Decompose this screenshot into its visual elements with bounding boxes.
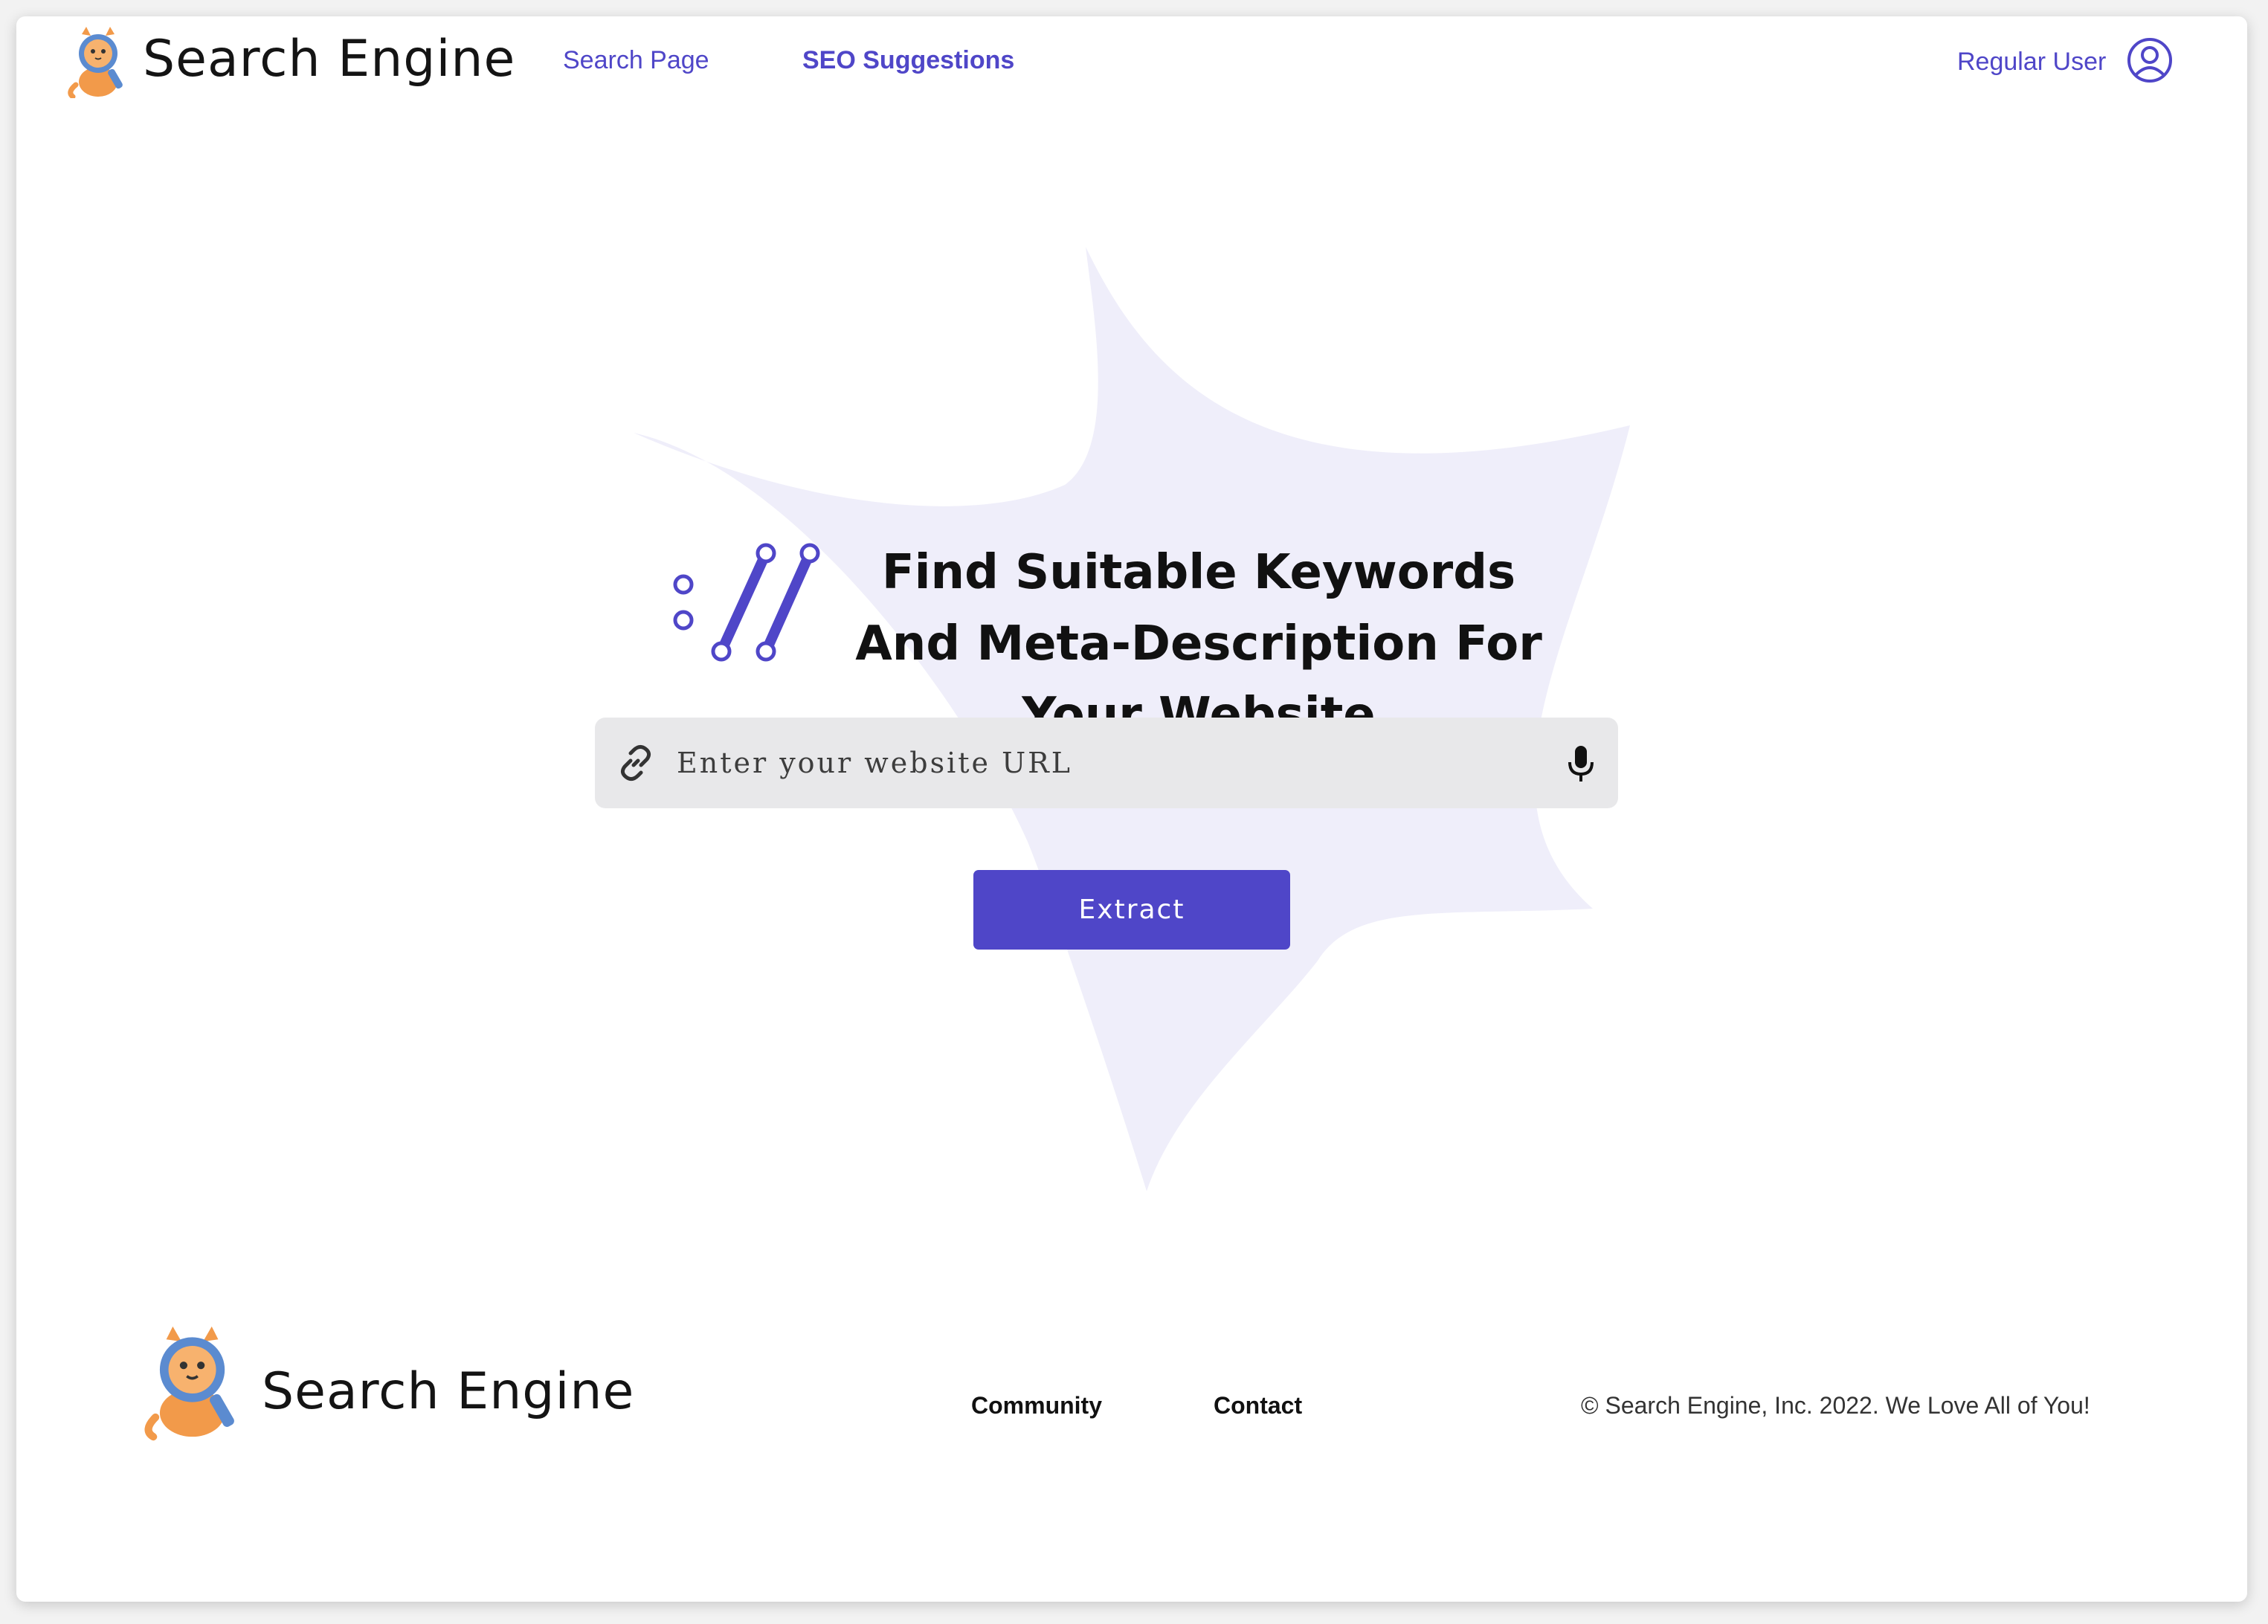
cat-magnifier-logo-icon[interactable] [59, 24, 141, 98]
link-icon [620, 744, 651, 782]
user-circle-icon[interactable] [2127, 37, 2173, 83]
nav-search-page[interactable]: Search Page [563, 46, 709, 75]
slash-dots-icon [673, 543, 820, 662]
nav-seo-suggestions[interactable]: SEO Suggestions [802, 46, 1014, 75]
cat-magnifier-logo-icon[interactable] [134, 1322, 253, 1441]
page-card: Search Engine Search Page SEO Suggestion… [16, 16, 2247, 1602]
url-search-box[interactable] [595, 718, 1618, 808]
footer-brand-name[interactable]: Search Engine [262, 1362, 634, 1421]
url-input[interactable] [677, 732, 1532, 793]
brand-name[interactable]: Search Engine [143, 30, 515, 88]
copyright-text: © Search Engine, Inc. 2022. We Love All … [1581, 1392, 2090, 1419]
extract-button[interactable]: Extract [973, 870, 1290, 950]
footer-link-contact[interactable]: Contact [1214, 1392, 1302, 1420]
user-name[interactable]: Regular User [1957, 48, 2106, 77]
microphone-icon[interactable] [1566, 744, 1596, 783]
footer-link-community[interactable]: Community [971, 1392, 1102, 1420]
